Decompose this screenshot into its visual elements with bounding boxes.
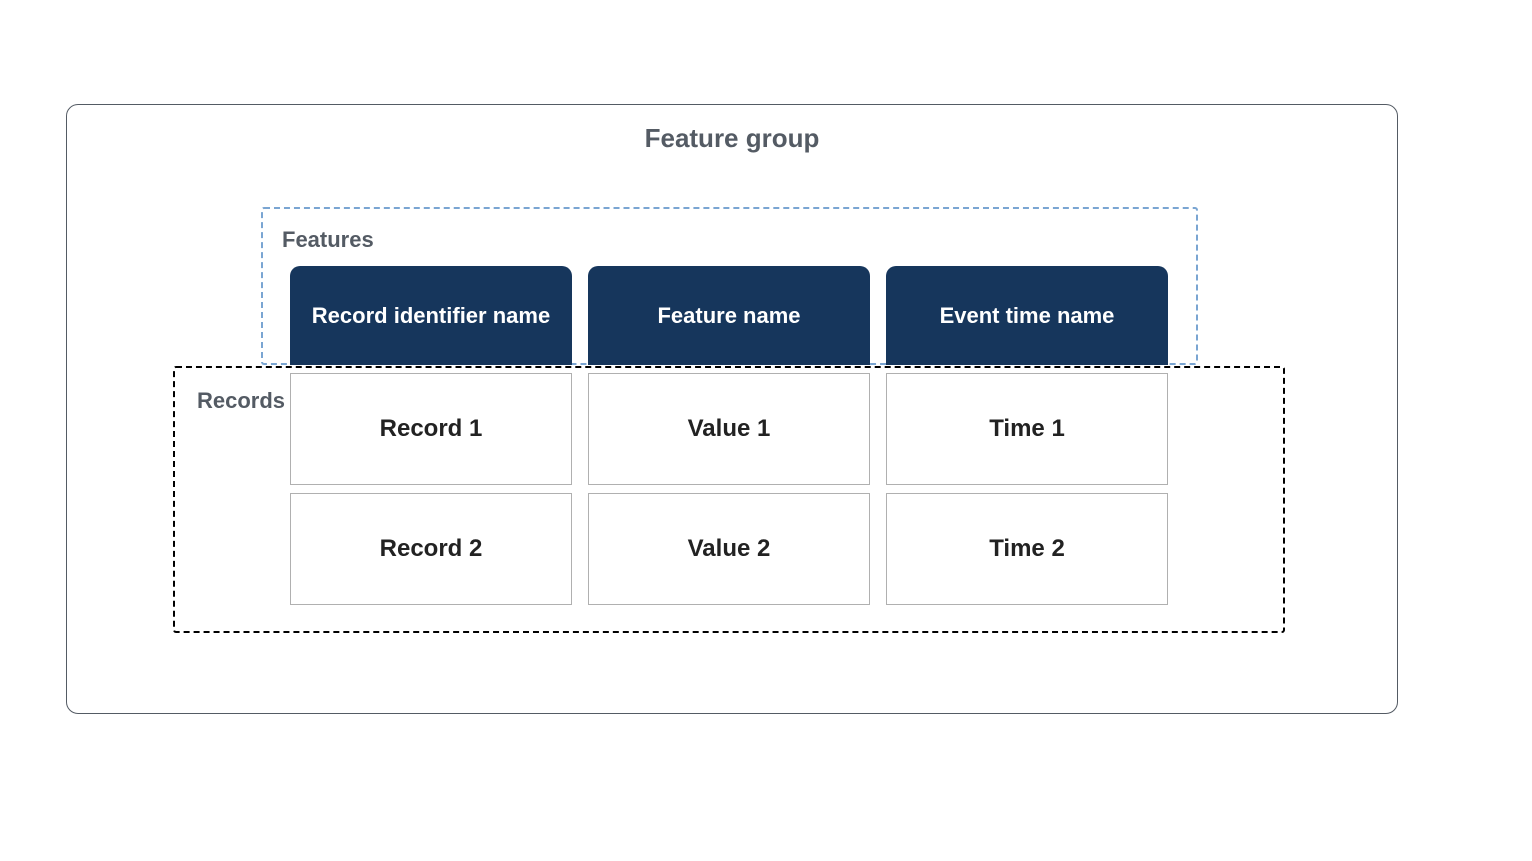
- table-cell: Record 2: [290, 493, 572, 605]
- features-label: Features: [282, 227, 374, 253]
- table-cell: Time 2: [886, 493, 1168, 605]
- feature-group-title: Feature group: [645, 123, 820, 154]
- table-cell: Record 1: [290, 373, 572, 485]
- column-header-event-time: Event time name: [886, 266, 1168, 365]
- table-cell: Time 1: [886, 373, 1168, 485]
- column-header-record-id: Record identifier name: [290, 266, 572, 365]
- table-cell: Value 2: [588, 493, 870, 605]
- column-header-feature-name: Feature name: [588, 266, 870, 365]
- records-label: Records: [197, 388, 285, 414]
- table-cell: Value 1: [588, 373, 870, 485]
